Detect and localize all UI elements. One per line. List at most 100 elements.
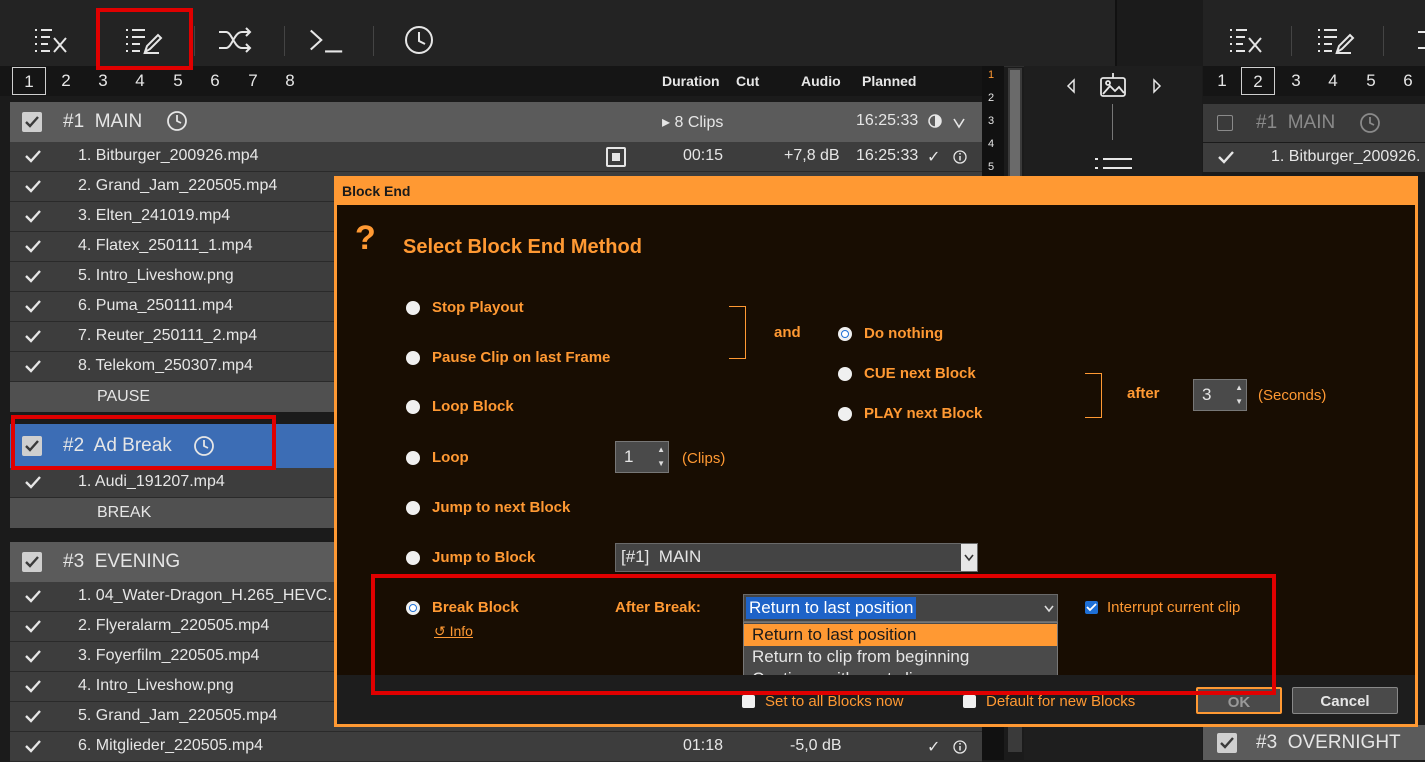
scrollbar-thumb[interactable]: [1010, 70, 1020, 180]
seconds-stepper[interactable]: 3 ▲ ▼: [1193, 379, 1247, 411]
loop-radio[interactable]: [406, 451, 420, 465]
shuffle-button[interactable]: [216, 20, 256, 60]
check-icon: [1218, 151, 1234, 164]
spin-down-icon[interactable]: ▼: [657, 459, 665, 468]
loop-clips-stepper[interactable]: 1 ▲ ▼: [615, 441, 669, 473]
cancel-button[interactable]: Cancel: [1292, 687, 1398, 714]
block-label: #1 MAIN: [1256, 112, 1336, 133]
chevron-down-icon[interactable]: [961, 544, 977, 571]
tab-6[interactable]: 6: [1391, 67, 1425, 95]
after-label: after: [1127, 385, 1160, 402]
tab-4[interactable]: 4: [123, 67, 157, 95]
block-checkbox[interactable]: [22, 112, 42, 132]
tab-2[interactable]: 2: [1241, 67, 1275, 95]
tab-2[interactable]: 2: [49, 67, 83, 95]
tab-1[interactable]: 1: [12, 67, 46, 95]
interrupt-checkbox[interactable]: [1085, 601, 1098, 614]
loop-block-radio[interactable]: [406, 400, 420, 414]
shuffle-button[interactable]: [1405, 20, 1425, 60]
clock-icon[interactable]: [193, 435, 215, 457]
stop-icon[interactable]: [606, 147, 626, 167]
and-bracket: [729, 306, 746, 359]
image-icon[interactable]: [1098, 72, 1128, 100]
block-checkbox[interactable]: [1217, 733, 1237, 753]
stop-playout-radio[interactable]: [406, 301, 420, 315]
jump-to-label[interactable]: Jump to Block: [432, 549, 535, 566]
block-checkbox[interactable]: [22, 552, 42, 572]
dropdown-option[interactable]: Return to last position: [744, 624, 1057, 646]
break-block-radio[interactable]: [406, 601, 420, 615]
column-planned[interactable]: Planned: [862, 73, 916, 89]
clock-icon[interactable]: [1359, 112, 1381, 134]
schedule-button[interactable]: [399, 20, 439, 60]
list-icon[interactable]: [1094, 156, 1134, 176]
after-break-select[interactable]: Return to last position: [743, 594, 1058, 622]
spin-up-icon[interactable]: ▲: [1235, 383, 1243, 392]
preview-divider: [1112, 104, 1113, 140]
list-item[interactable]: 6. Mitglieder_220505.mp4 01:18 -5,0 dB ✓: [10, 732, 982, 762]
tab-5[interactable]: 5: [161, 67, 195, 95]
tab-5[interactable]: 5: [1354, 67, 1388, 95]
block-checkbox[interactable]: [1217, 115, 1233, 131]
column-audio[interactable]: Audio: [801, 73, 841, 89]
column-cut[interactable]: Cut: [736, 73, 759, 89]
info-link[interactable]: ↺ Info: [434, 623, 473, 640]
chevron-down-icon[interactable]: [952, 117, 966, 129]
dropdown-option[interactable]: Return to clip from beginning: [744, 646, 1057, 668]
play-next-radio[interactable]: [838, 407, 852, 421]
right-list-item[interactable]: 1. Bitburger_200926.: [1203, 143, 1425, 172]
check-icon: [25, 740, 41, 753]
stop-playout-label[interactable]: Stop Playout: [432, 299, 524, 316]
play-next-label[interactable]: PLAY next Block: [864, 405, 982, 422]
edit-list-button[interactable]: [1315, 20, 1355, 60]
default-checkbox[interactable]: [963, 695, 976, 708]
set-all-checkbox[interactable]: [742, 695, 755, 708]
tab-7[interactable]: 7: [236, 67, 270, 95]
jump-next-radio[interactable]: [406, 501, 420, 515]
right-block-main[interactable]: #1 MAIN: [1203, 104, 1425, 142]
list-item[interactable]: 1. Bitburger_200926.mp4 00:15 +7,8 dB 16…: [10, 142, 982, 172]
right-block-overnight[interactable]: #3 OVERNIGHT: [1203, 725, 1425, 760]
next-arrow-icon[interactable]: [1152, 78, 1162, 94]
column-duration[interactable]: Duration: [662, 73, 720, 89]
tab-1[interactable]: 1: [1205, 67, 1239, 95]
do-nothing-label[interactable]: Do nothing: [864, 325, 943, 342]
clear-list-button[interactable]: [1225, 20, 1265, 60]
jump-next-label[interactable]: Jump to next Block: [432, 499, 570, 516]
pause-clip-radio[interactable]: [406, 351, 420, 365]
interrupt-label[interactable]: Interrupt current clip: [1107, 599, 1240, 616]
info-icon[interactable]: [953, 740, 967, 754]
set-all-label[interactable]: Set to all Blocks now: [765, 693, 903, 710]
block-checkbox[interactable]: [22, 436, 42, 456]
pause-clip-label[interactable]: Pause Clip on last Frame: [432, 349, 610, 366]
clip-count[interactable]: ▸ 8 Clips: [662, 112, 723, 132]
ok-button[interactable]: OK: [1196, 687, 1282, 714]
tab-6[interactable]: 6: [198, 67, 232, 95]
jump-to-radio[interactable]: [406, 551, 420, 565]
tab-3[interactable]: 3: [86, 67, 120, 95]
loop-block-label[interactable]: Loop Block: [432, 398, 514, 415]
cue-next-label[interactable]: CUE next Block: [864, 365, 976, 382]
half-circle-icon[interactable]: [928, 114, 942, 128]
toolbar-divider: [194, 26, 195, 56]
tab-8[interactable]: 8: [273, 67, 307, 95]
jump-block-select[interactable]: [#1] MAIN: [615, 543, 978, 572]
clock-icon[interactable]: [166, 110, 188, 132]
do-nothing-radio[interactable]: [838, 327, 852, 341]
clear-list-button[interactable]: [30, 20, 70, 60]
default-label[interactable]: Default for new Blocks: [986, 693, 1135, 710]
break-block-label[interactable]: Break Block: [432, 599, 519, 616]
loop-label[interactable]: Loop: [432, 449, 469, 466]
edit-list-button[interactable]: [123, 20, 163, 60]
spin-up-icon[interactable]: ▲: [657, 445, 665, 454]
console-button[interactable]: [306, 20, 346, 60]
tab-4[interactable]: 4: [1316, 67, 1350, 95]
cue-next-radio[interactable]: [838, 367, 852, 381]
tab-3[interactable]: 3: [1279, 67, 1313, 95]
prev-arrow-icon[interactable]: [1066, 78, 1076, 94]
info-icon[interactable]: [953, 150, 967, 164]
chevron-down-icon[interactable]: [1042, 596, 1056, 620]
block-main[interactable]: #1 MAIN ▸ 8 Clips 16:25:33: [10, 102, 982, 142]
check-icon: [25, 150, 41, 163]
spin-down-icon[interactable]: ▼: [1235, 397, 1243, 406]
